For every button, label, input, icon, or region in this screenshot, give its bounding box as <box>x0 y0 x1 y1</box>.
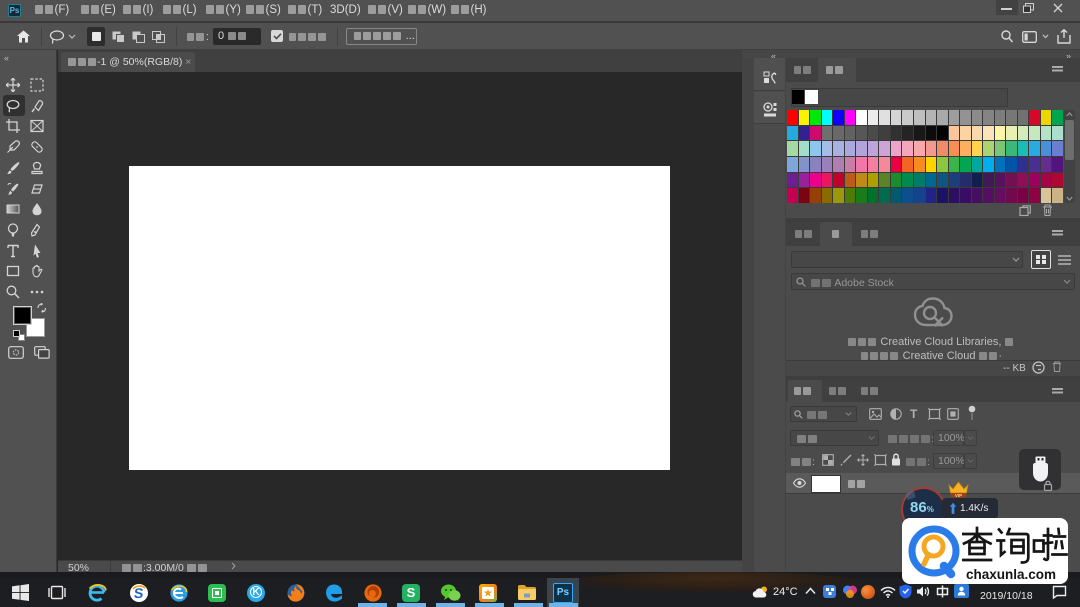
svg-text:VIP: VIP <box>955 493 962 498</box>
